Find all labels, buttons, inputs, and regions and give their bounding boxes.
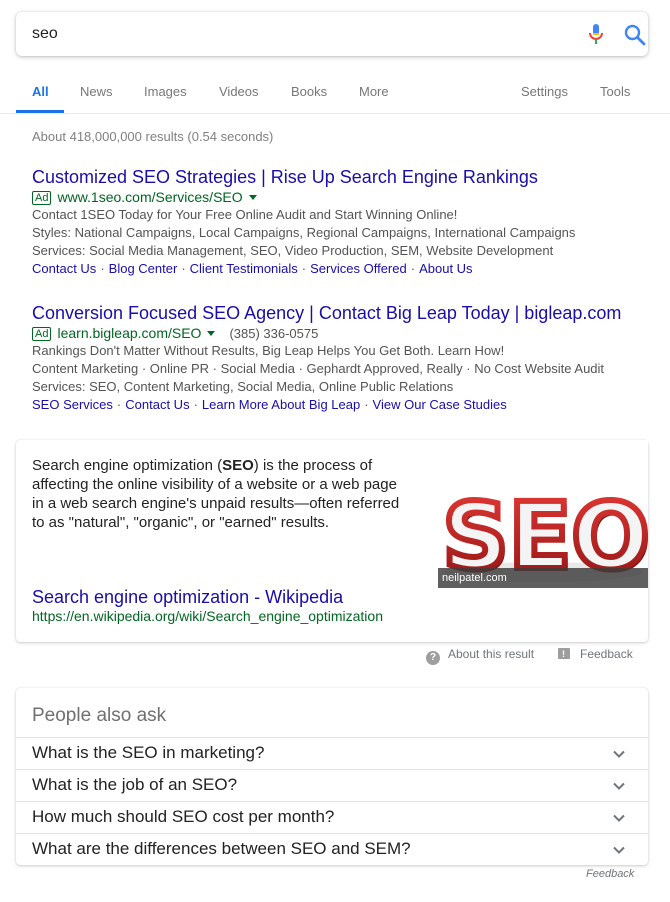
ad-sitelinks: SEO Services · Contact Us · Learn More About… <box>32 397 507 412</box>
paa-question[interactable]: What are the differences between SEO and… <box>16 833 648 865</box>
ad-description: Content Marketing · Online PR · Social M… <box>32 361 605 376</box>
sitelink[interactable]: Blog Center <box>109 261 178 276</box>
search-box <box>16 12 648 56</box>
tab-books[interactable]: Books <box>291 84 327 99</box>
ad-description: Contact 1SEO Today for Your Free Online … <box>32 207 458 222</box>
caret-down-icon[interactable] <box>207 331 216 336</box>
sitelink[interactable]: Client Testimonials <box>190 261 298 276</box>
search-input[interactable] <box>32 22 552 46</box>
paa-question-text: What is the SEO in marketing? <box>32 743 265 762</box>
sitelink[interactable]: Contact Us <box>125 397 189 412</box>
ad-phone[interactable]: (385) 336-0575 <box>229 326 318 341</box>
ad-sitelinks: Contact Us · Blog Center · Client Testimonia… <box>32 261 473 276</box>
search-icon[interactable] <box>622 22 648 48</box>
sitelink[interactable]: Contact Us <box>32 261 96 276</box>
ad-url-row: Ad learn.bigleap.com/SEO (385) 336-0575 <box>32 324 652 342</box>
featured-snippet-card: Search engine optimization (SEO) is the … <box>16 440 648 642</box>
paa-question[interactable]: What is the SEO in marketing? <box>16 737 648 769</box>
snippet-description: Search engine optimization (SEO) is the … <box>32 457 400 531</box>
ad-badge: Ad <box>32 327 52 341</box>
ad-url-row: Ad www.1seo.com/Services/SEO <box>32 188 652 206</box>
paa-feedback-link[interactable]: Feedback <box>586 868 634 880</box>
ad-description: Styles: National Campaigns, Local Campai… <box>32 225 576 240</box>
sitelink[interactable]: Learn More About Big Leap <box>202 397 360 412</box>
tab-more[interactable]: More <box>359 84 389 99</box>
tab-news[interactable]: News <box>80 84 113 99</box>
ad-description: Rankings Don't Matter Without Results, B… <box>32 343 505 358</box>
ad-result: Conversion Focused SEO Agency | Contact … <box>32 302 652 414</box>
sitelink[interactable]: About Us <box>419 261 472 276</box>
paa-question-text: What are the differences between SEO and… <box>32 839 411 858</box>
tab-videos[interactable]: Videos <box>219 84 259 99</box>
chevron-down-icon <box>613 750 625 758</box>
paa-heading: People also ask <box>32 705 167 726</box>
wikipedia-url: https://en.wikipedia.org/wiki/Search_eng… <box>32 608 383 624</box>
image-source-caption: neilpatel.com <box>438 568 648 588</box>
paa-question[interactable]: How much should SEO cost per month? <box>16 801 648 833</box>
sitelink[interactable]: SEO Services <box>32 397 113 412</box>
paa-question-text: How much should SEO cost per month? <box>32 807 335 826</box>
snippet-image[interactable]: SEO SEO neilpatel.com <box>438 440 648 588</box>
ad-description: Services: SEO, Content Marketing, Social… <box>32 379 454 394</box>
tab-tools[interactable]: Tools <box>600 84 630 99</box>
result-stats: About 418,000,000 results (0.54 seconds) <box>32 129 274 144</box>
chevron-down-icon <box>613 782 625 790</box>
people-also-ask: People also ask What is the SEO in marke… <box>16 688 648 865</box>
ad-display-url: learn.bigleap.com/SEO <box>57 325 202 341</box>
chevron-down-icon <box>613 814 625 822</box>
wikipedia-link[interactable]: Search engine optimization - Wikipedia <box>32 587 343 608</box>
seo-logo-image: SEO SEO <box>438 440 648 588</box>
feedback-icon <box>558 646 570 662</box>
ad-title-link[interactable]: Conversion Focused SEO Agency | Contact … <box>32 302 652 324</box>
paa-question-text: What is the job of an SEO? <box>32 775 238 794</box>
about-this-result-link[interactable]: ? About this result <box>426 646 534 665</box>
tab-images[interactable]: Images <box>144 84 187 99</box>
sitelink[interactable]: Services Offered <box>310 261 407 276</box>
chevron-down-icon <box>613 846 625 854</box>
search-tabs: All News Images Videos Books More Settin… <box>0 62 670 114</box>
ad-description: Services: Social Media Management, SEO, … <box>32 243 554 258</box>
search-results-page: All News Images Videos Books More Settin… <box>0 0 670 902</box>
paa-question[interactable]: What is the job of an SEO? <box>16 769 648 801</box>
ad-badge: Ad <box>32 191 52 205</box>
mic-icon[interactable] <box>584 22 608 46</box>
active-tab-indicator <box>16 110 64 113</box>
ad-title-link[interactable]: Customized SEO Strategies | Rise Up Sear… <box>32 166 652 188</box>
ad-result: Customized SEO Strategies | Rise Up Sear… <box>32 166 652 278</box>
help-icon: ? <box>426 651 440 665</box>
tab-all[interactable]: All <box>32 84 49 99</box>
caret-down-icon[interactable] <box>248 195 257 200</box>
sitelink[interactable]: View Our Case Studies <box>373 397 507 412</box>
feedback-link[interactable]: Feedback <box>558 646 633 662</box>
ad-display-url: www.1seo.com/Services/SEO <box>57 189 243 205</box>
tab-settings[interactable]: Settings <box>521 84 568 99</box>
